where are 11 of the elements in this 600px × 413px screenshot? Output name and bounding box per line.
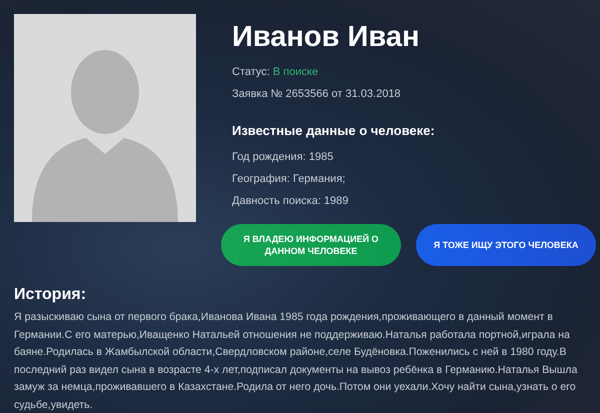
action-button[interactable]: Я ВЛАДЕЮ ИНФОРМАЦИЕЙ О ДАННОМ ЧЕЛОВЕКЕ xyxy=(221,224,401,266)
history-text: Я разыскиваю сына от первого брака,Иванова Ивана 1985 года рождения,проживающего в данный момент в Германии.С его матерью,Иващенко Натальей отношения не поддерживаю.Наталья работала портной,играла на баяне.Родилась в Жамбылской области,Свердловском районе,селе Будёновка.Поженились с ней в 1980 году.В последний раз видел сына в возрасте 4-х лет,подписал документы на вывоз ребёнка в Германию.Наталья Вышла замуж за немца,проживавшего в Казахстане.Родила от него дочь.Потом они уехали.Хочу найти сына,узнать о его судьбе,увидеть. xyxy=(14,310,578,412)
history-heading: История: xyxy=(14,286,88,304)
action-button[interactable]: Я ТОЖЕ ИЩУ ЭТОГО ЧЕЛОВЕКА xyxy=(416,224,596,266)
fact-text: Год рождения: 1985 xyxy=(232,151,334,164)
fact-text: География: Германия; xyxy=(232,173,346,186)
section-heading: Известные данные о человеке: xyxy=(232,123,436,138)
person-name: Иванов Иван xyxy=(232,22,420,52)
application-number: Заявка № 2653566 от 31.03.2018 xyxy=(232,88,402,101)
status-text: Статус: В поиске xyxy=(232,66,320,79)
fact-text: Давность поиска: 1989 xyxy=(232,195,350,208)
